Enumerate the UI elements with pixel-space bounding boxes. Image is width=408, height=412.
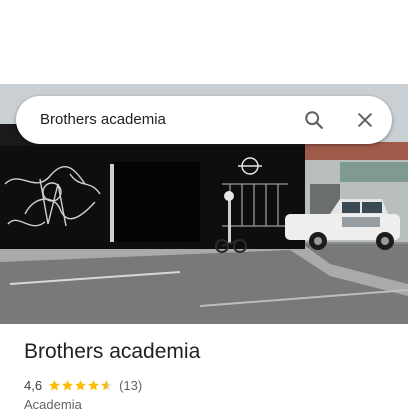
search-input[interactable]: Brothers academia — [40, 96, 166, 144]
place-category[interactable]: Academia — [24, 397, 82, 412]
review-count[interactable]: (13) — [119, 378, 142, 393]
rating-row[interactable]: 4,6 (13) — [24, 376, 142, 394]
search-bar[interactable]: Brothers academia — [16, 96, 392, 144]
place-title: Brothers academia — [24, 340, 201, 363]
star-icon — [62, 379, 73, 390]
star-icon — [88, 379, 99, 390]
rating-value: 4,6 — [24, 377, 43, 393]
star-icon — [101, 379, 112, 390]
search-icon — [305, 111, 323, 129]
close-button[interactable] — [349, 104, 381, 136]
top-blank-area — [0, 0, 408, 84]
rating-stars — [48, 379, 113, 392]
close-icon — [358, 113, 372, 127]
star-icon — [49, 379, 60, 390]
search-button[interactable] — [298, 104, 330, 136]
star-icon — [75, 379, 86, 390]
